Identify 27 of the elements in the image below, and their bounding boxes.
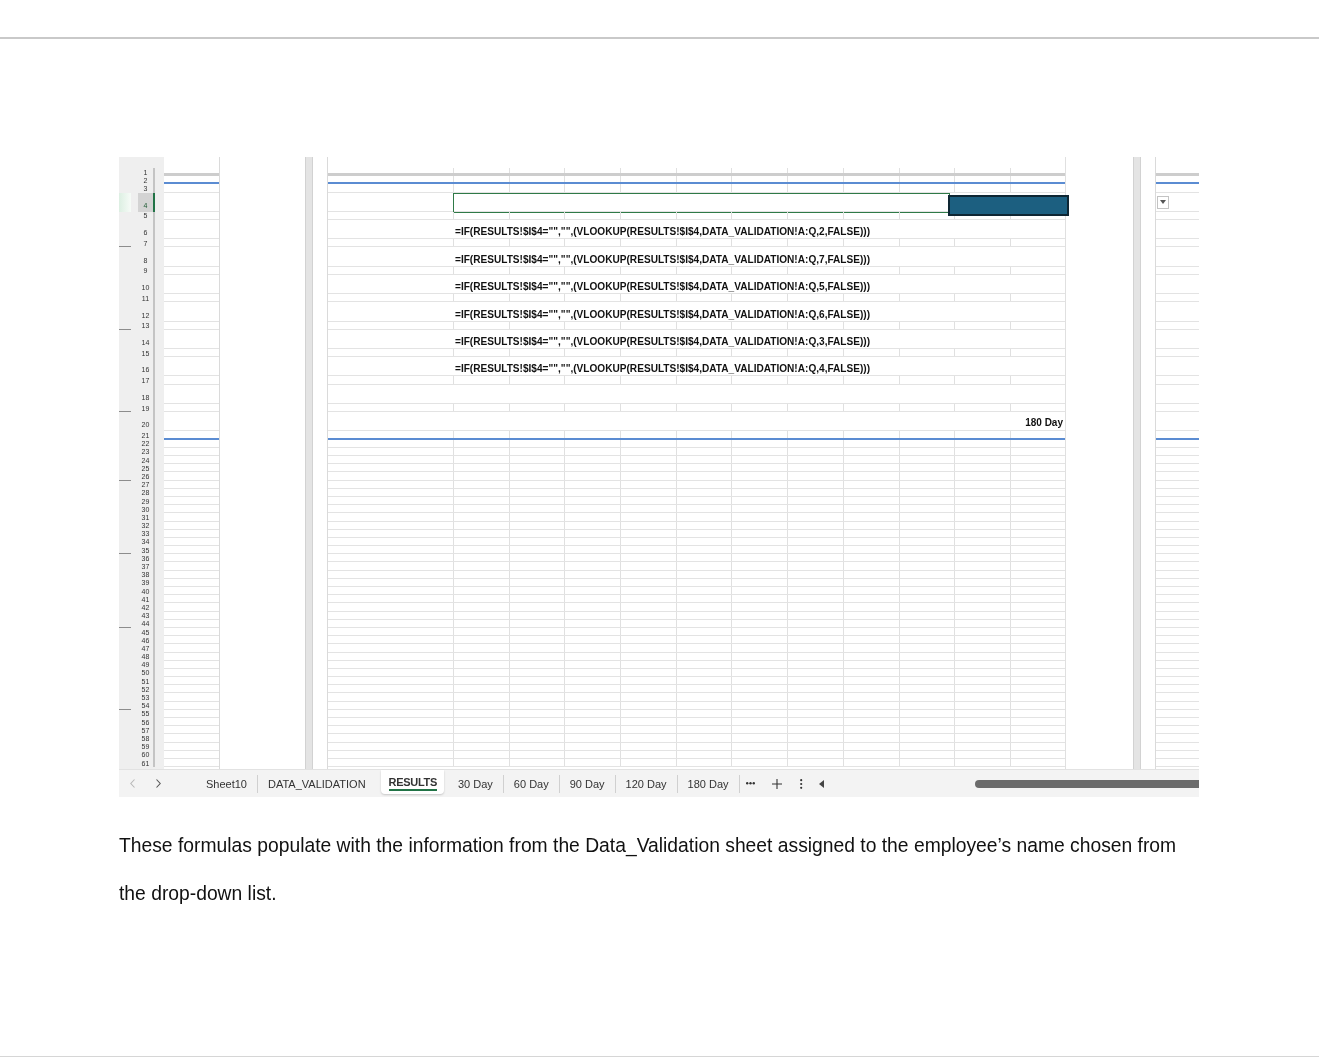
sheet-tab[interactable]: 180 Day (676, 774, 739, 793)
cell-text: 180 Day (1025, 417, 1063, 431)
formula-text: =IF(RESULTS!$I$4="","",(VLOOKUP(RESULTS!$I$4,DATA_VALIDATION!A:Q,6,FALSE))) (455, 308, 871, 321)
selected-cell[interactable] (453, 192, 950, 213)
sheet-tab[interactable]: 60 Day (502, 774, 559, 793)
chevron-right-icon (155, 779, 161, 788)
more-vertical-icon (800, 778, 803, 789)
caption-text: These formulas populate with the information from the Data_Validation sheet assigned to the employee’s name chosen from the drop-down list. (119, 834, 1178, 906)
sheet-tab[interactable]: Sheet10 (195, 774, 257, 793)
sheet-tab[interactable]: 120 Day (614, 774, 677, 793)
formula-text: =IF(RESULTS!$I$4="","",(VLOOKUP(RESULTS!$I$4,DATA_VALIDATION!A:Q,5,FALSE))) (455, 281, 871, 293)
row-highlight (119, 192, 131, 212)
formula-text: =IF(RESULTS!$I$4="","",(VLOOKUP(RESULTS!$I$4,DATA_VALIDATION!A:Q,2,FALSE))) (455, 226, 871, 239)
more-icon (746, 782, 756, 785)
chevron-left-icon (129, 779, 135, 788)
sheet-tab[interactable]: RESULTS (380, 770, 444, 794)
formula-text: =IF(RESULTS!$I$4="","",(VLOOKUP(RESULTS!$I$4,DATA_VALIDATION!A:Q,3,FALSE))) (455, 336, 871, 348)
scroll-left-icon (819, 779, 825, 788)
formula-text: =IF(RESULTS!$I$4="","",(VLOOKUP(RESULTS!$I$4,DATA_VALIDATION!A:Q,7,FALSE))) (455, 253, 871, 266)
add-icon (771, 778, 782, 789)
sheet-tab[interactable]: DATA_VALIDATION (257, 774, 376, 793)
formula-text: =IF(RESULTS!$I$4="","",(VLOOKUP(RESULTS!$I$4,DATA_VALIDATION!A:Q,4,FALSE))) (455, 363, 871, 376)
dropdown-button[interactable] (1157, 195, 1169, 209)
sheet-tab[interactable]: 30 Day (447, 774, 503, 793)
caret-icon (1160, 200, 1166, 205)
sheet-tab[interactable]: 90 Day (558, 774, 615, 793)
scrollbar-thumb[interactable] (975, 779, 1199, 788)
